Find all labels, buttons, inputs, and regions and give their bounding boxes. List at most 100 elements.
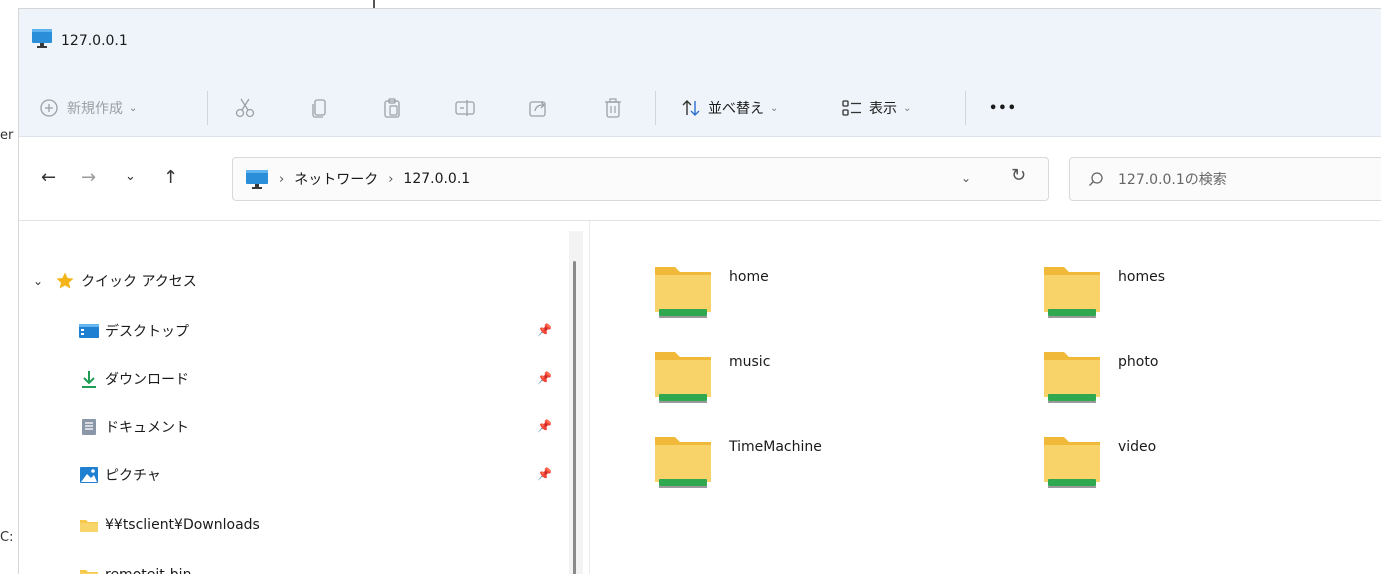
folder-view: home homes music photo TimeMachine video [589,221,1381,574]
search-box[interactable]: 127.0.0.1の検索 [1069,157,1381,201]
clipboard-icon [384,98,400,118]
sidebar-item-label: remoteit-bin [105,567,191,574]
sidebar-item-quick-access[interactable]: ⌄ クイック アクセス [33,261,578,301]
sidebar-item-label: デスクトップ [105,324,189,340]
recent-locations-button[interactable]: ⌄ [125,169,136,184]
sidebar-item-label: ドキュメント [105,420,189,436]
file-explorer-window: 127.0.0.1 新規作成 ⌄ 並べ替え ⌄ 表示 ⌄ ••• ← → ⌄ ↑… [18,8,1381,574]
shared-folder-icon [1044,352,1100,403]
sidebar-item-label: ¥¥tsclient¥Downloads [105,517,260,533]
download-icon [82,371,96,388]
sidebar-item-label: クイック アクセス [81,274,197,290]
window-title: 127.0.0.1 [61,33,128,49]
background-text-fragment: er [0,128,14,143]
trash-icon [605,98,621,118]
scrollbar-thumb[interactable] [573,261,576,574]
breadcrumb-network[interactable]: ネットワーク [294,169,378,189]
address-bar[interactable]: › ネットワーク › 127.0.0.1 [232,157,1049,201]
folder-item-video[interactable]: video [1042,431,1156,491]
shared-folder-icon [1044,267,1100,318]
sidebar-scrollbar[interactable] [569,231,583,574]
navigation-bar: ← → ⌄ ↑ › ネットワーク › 127.0.0.1 ⌄ ↻ 127.0.0… [19,137,1381,221]
shared-folder-icon [655,437,711,488]
background-text-fragment: C: [0,530,14,545]
chevron-down-icon: ⌄ [770,102,779,114]
desktop-background-top [0,0,1381,8]
rename-icon [455,100,475,116]
address-dropdown-button[interactable]: ⌄ [961,171,971,185]
forward-button[interactable]: → [81,167,96,188]
breadcrumb-separator: › [388,171,394,187]
up-button[interactable]: ↑ [163,167,178,188]
toolbar-separator [655,91,656,125]
folder-item-home[interactable]: home [653,261,769,321]
copy-icon [312,99,326,118]
picture-icon [80,467,98,483]
back-button[interactable]: ← [41,167,56,188]
command-bar: 新規作成 ⌄ 並べ替え ⌄ 表示 ⌄ ••• [19,79,1381,137]
folder-name: home [729,269,769,285]
refresh-button[interactable]: ↻ [1011,165,1026,186]
document-icon [82,419,96,435]
sort-button[interactable]: 並べ替え ⌄ [680,93,778,123]
folder-item-homes[interactable]: homes [1042,261,1165,321]
desktop-icon [79,324,99,338]
folder-item-music[interactable]: music [653,346,770,406]
paste-button[interactable] [381,93,403,123]
network-computer-icon [32,29,52,48]
sidebar-item-documents[interactable]: ドキュメント 📌 [79,407,624,447]
more-options-button[interactable]: ••• [989,93,1017,123]
navigation-pane: ⌄ クイック アクセス デスクトップ 📌 ダウンロード 📌 ドキュメント 📌 ピ… [19,221,589,574]
toolbar-separator [207,91,208,125]
background-line [373,0,375,8]
view-button[interactable]: 表示 ⌄ [841,93,911,123]
pin-icon[interactable]: 📌 [537,323,552,337]
chevron-down-icon: ⌄ [33,274,44,288]
share-icon [529,101,546,117]
folder-name: music [729,354,771,370]
pin-icon[interactable]: 📌 [537,467,552,481]
delete-button[interactable] [602,93,624,123]
folder-name: TimeMachine [729,439,822,455]
view-button-label: 表示 [869,101,897,117]
pin-icon[interactable]: 📌 [537,371,552,385]
title-bar: 127.0.0.1 [19,9,1381,79]
new-button-label: 新規作成 [67,101,123,117]
sidebar-item-label: ダウンロード [105,372,189,388]
new-button[interactable]: 新規作成 ⌄ [39,93,137,123]
folder-name: video [1118,439,1157,455]
folder-icon [80,520,98,532]
share-button[interactable] [527,93,549,123]
shared-folder-icon [655,267,711,318]
breadcrumb-separator: › [279,171,285,187]
sidebar-item-tsclient-downloads[interactable]: ¥¥tsclient¥Downloads [79,505,624,545]
cut-button[interactable] [234,93,256,123]
copy-button[interactable] [309,93,331,123]
plus-circle-icon [40,99,58,117]
sort-button-label: 並べ替え [708,101,764,117]
folder-name: photo [1118,354,1159,370]
view-list-icon [842,100,861,116]
shared-folder-icon [655,352,711,403]
shared-folder-icon [1044,437,1100,488]
sidebar-item-desktop[interactable]: デスクトップ 📌 [79,311,624,351]
scissors-icon [235,98,255,118]
desktop-background-left [0,0,18,574]
pin-icon[interactable]: 📌 [537,419,552,433]
breadcrumb-host[interactable]: 127.0.0.1 [403,171,470,187]
sort-arrows-icon [682,100,700,116]
sidebar-item-remoteit-bin[interactable]: remoteit-bin [79,555,624,574]
chevron-down-icon: ⌄ [129,102,138,114]
sidebar-item-pictures[interactable]: ピクチャ 📌 [79,455,624,495]
network-computer-icon [246,170,268,189]
folder-name: homes [1118,269,1165,285]
folder-icon [80,570,98,574]
star-icon [56,272,74,289]
sidebar-item-downloads[interactable]: ダウンロード 📌 [79,359,624,399]
folder-item-timemachine[interactable]: TimeMachine [653,431,822,491]
search-placeholder: 127.0.0.1の検索 [1118,172,1227,188]
folder-item-photo[interactable]: photo [1042,346,1158,406]
rename-button[interactable] [454,93,476,123]
toolbar-separator [965,91,966,125]
search-icon [1089,172,1103,186]
